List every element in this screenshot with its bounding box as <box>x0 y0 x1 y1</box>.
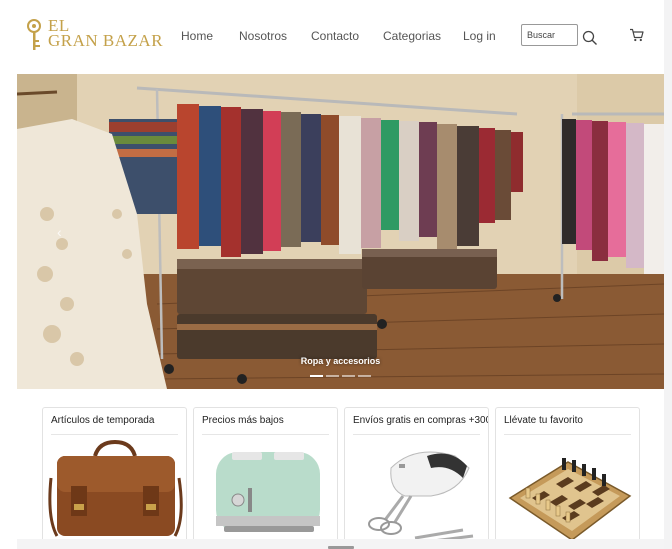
nav-login[interactable]: Log in <box>463 29 496 43</box>
carousel-indicators <box>310 375 371 377</box>
brand-name: EL GRAN BAZAR <box>48 17 164 50</box>
header: EL GRAN BAZAR Home Nosotros Contacto Cat… <box>0 0 664 73</box>
chess-board-image <box>508 458 632 541</box>
card-title: Llévate tu favorito <box>504 415 583 426</box>
carousel-prev-icon[interactable]: ‹ <box>57 224 62 240</box>
card-envios[interactable]: Envíos gratis en compras +300 <box>344 407 489 547</box>
leather-bag-image <box>48 439 183 537</box>
brand-logo[interactable]: EL GRAN BAZAR <box>24 17 164 52</box>
carousel-indicator-2[interactable] <box>326 375 339 377</box>
card-divider <box>504 434 631 435</box>
nav-home[interactable]: Home <box>181 29 213 43</box>
nav-nosotros[interactable]: Nosotros <box>239 29 287 43</box>
nav-categorias[interactable]: Categorias <box>383 29 441 43</box>
hero-image <box>17 74 664 389</box>
card-divider <box>202 434 329 435</box>
nav-contacto[interactable]: Contacto <box>311 29 359 43</box>
card-precios[interactable]: Precios más bajos <box>193 407 338 547</box>
search-input[interactable] <box>521 24 578 46</box>
search-icon[interactable] <box>582 30 598 46</box>
card-divider <box>51 434 178 435</box>
card-title: Envíos gratis en compras +300 <box>353 415 489 426</box>
brand-line-2: GRAN BAZAR <box>48 31 164 50</box>
page: EL GRAN BAZAR Home Nosotros Contacto Cat… <box>0 0 664 549</box>
toaster-image <box>216 452 320 532</box>
hand-mixer-image <box>368 451 474 544</box>
carousel-indicator-4[interactable] <box>358 375 371 377</box>
carousel-indicator-1[interactable] <box>310 375 323 377</box>
carousel-caption: Ropa y accesorios <box>300 356 381 366</box>
carousel-indicator-3[interactable] <box>342 375 355 377</box>
card-favorito[interactable]: Llévate tu favorito <box>495 407 640 547</box>
card-title: Artículos de temporada <box>51 415 155 426</box>
hero-carousel[interactable]: ‹ Ropa y accesorios <box>17 74 664 389</box>
card-temporada[interactable]: Artículos de temporada <box>42 407 187 547</box>
cart-icon[interactable] <box>629 28 644 42</box>
card-divider <box>353 434 480 435</box>
key-icon <box>27 19 41 50</box>
card-title: Precios más bajos <box>202 415 284 426</box>
